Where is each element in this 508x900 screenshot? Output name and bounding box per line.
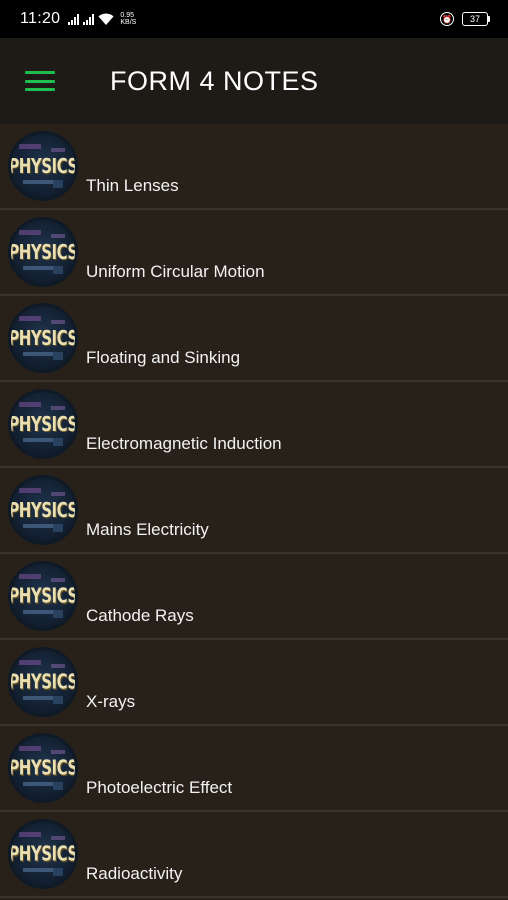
list-item-label: Photoelectric Effect <box>86 778 233 797</box>
physics-thumbnail: PHYSICS <box>8 561 78 631</box>
thumbnail-text: PHYSICS <box>8 411 78 437</box>
thumbnail-text: PHYSICS <box>8 583 78 609</box>
battery-level: 37 <box>462 12 488 26</box>
physics-thumbnail: PHYSICS <box>8 389 78 459</box>
thumbnail-text: PHYSICS <box>8 755 78 781</box>
speed-unit: KB/S <box>120 19 137 26</box>
thumbnail-text: PHYSICS <box>8 153 78 179</box>
battery-icon: 37 <box>462 12 490 26</box>
speed-value: 0.95 <box>120 12 134 19</box>
alarm-icon: ⏰ <box>440 12 454 26</box>
list-item-label: Radioactivity <box>86 864 183 883</box>
signal-icon <box>68 13 80 25</box>
physics-thumbnail: PHYSICS <box>8 733 78 803</box>
thumbnail-text: PHYSICS <box>8 841 78 867</box>
physics-thumbnail: PHYSICS <box>8 217 78 287</box>
status-bar: 11:20 0.95 KB/S ⏰ 37 <box>0 0 508 38</box>
list-item-label: Mains Electricity <box>86 520 209 539</box>
notes-list: PHYSICS Thin Lenses PHYSICS Uniform Circula… <box>0 124 508 898</box>
physics-thumbnail: PHYSICS <box>8 647 78 717</box>
list-item[interactable]: PHYSICS Photoelectric Effect <box>0 726 508 812</box>
list-item[interactable]: PHYSICS Uniform Circular Motion <box>0 210 508 296</box>
wifi-icon <box>98 13 114 25</box>
signal-icon <box>83 13 95 25</box>
status-icons: 0.95 KB/S <box>68 12 136 26</box>
list-item-label: Floating and Sinking <box>86 348 241 367</box>
hamburger-menu-icon[interactable] <box>25 69 57 93</box>
physics-thumbnail: PHYSICS <box>8 475 78 545</box>
list-item-label: Cathode Rays <box>86 606 194 625</box>
list-item[interactable]: PHYSICS Mains Electricity <box>0 468 508 554</box>
physics-thumbnail: PHYSICS <box>8 303 78 373</box>
thumbnail-text: PHYSICS <box>8 669 78 695</box>
status-right: ⏰ 37 <box>440 12 490 26</box>
page-title: FORM 4 NOTES <box>110 65 319 96</box>
list-item[interactable]: PHYSICS Floating and Sinking <box>0 296 508 382</box>
list-item[interactable]: PHYSICS Cathode Rays <box>0 554 508 640</box>
list-item-label: Electromagnetic Induction <box>86 434 282 453</box>
status-time: 11:20 <box>20 10 61 27</box>
list-item[interactable]: PHYSICS Radioactivity <box>0 812 508 898</box>
physics-thumbnail: PHYSICS <box>8 819 78 889</box>
list-item[interactable]: PHYSICS Electromagnetic Induction <box>0 382 508 468</box>
thumbnail-text: PHYSICS <box>8 325 78 351</box>
physics-thumbnail: PHYSICS <box>8 131 78 201</box>
network-speed: 0.95 KB/S <box>120 12 136 26</box>
list-item[interactable]: PHYSICS X-rays <box>0 640 508 726</box>
list-item[interactable]: PHYSICS Thin Lenses <box>0 124 508 210</box>
app-bar: FORM 4 NOTES <box>0 38 508 124</box>
list-item-label: Thin Lenses <box>86 176 179 195</box>
list-item-label: X-rays <box>86 692 136 711</box>
thumbnail-text: PHYSICS <box>8 497 78 523</box>
thumbnail-text: PHYSICS <box>8 239 78 265</box>
list-item-label: Uniform Circular Motion <box>86 262 265 281</box>
